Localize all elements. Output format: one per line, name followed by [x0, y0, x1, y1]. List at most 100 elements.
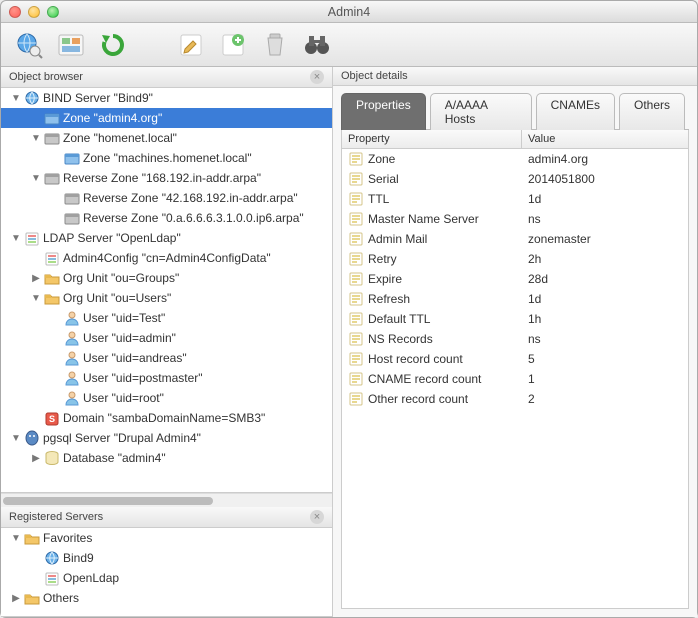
property-row[interactable]: Admin Mailzonemaster: [342, 229, 688, 249]
disclosure-right-icon[interactable]: ▶: [11, 593, 21, 604]
trash-button[interactable]: [257, 29, 293, 61]
tree-item-label: Zone "homenet.local": [63, 131, 177, 145]
property-icon: [348, 371, 364, 387]
tree-ldap-server[interactable]: ▼LDAP Server "OpenLdap": [1, 228, 332, 248]
object-details-header: Object details: [333, 67, 697, 86]
toolbar: [1, 23, 697, 67]
property-row[interactable]: Master Name Serverns: [342, 209, 688, 229]
tree-revzone-ip6[interactable]: Reverse Zone "0.a.6.6.6.3.1.0.0.ip6.arpa…: [1, 208, 332, 228]
tree-ou-users[interactable]: ▼ Org Unit "ou=Users": [1, 288, 332, 308]
tree-item-label: BIND Server "Bind9": [43, 91, 153, 105]
property-icon: [348, 151, 364, 167]
zonegrey-icon: [44, 170, 60, 186]
col-value[interactable]: Value: [522, 130, 688, 148]
add-button[interactable]: [215, 29, 251, 61]
disclosure-right-icon[interactable]: ▶: [31, 453, 41, 464]
property-icon: [348, 251, 364, 267]
reg-others[interactable]: ▶Others: [1, 588, 332, 608]
property-icon: [348, 351, 364, 367]
tree-admin4config[interactable]: Admin4Config "cn=Admin4ConfigData": [1, 248, 332, 268]
tree-zone-admin4[interactable]: Zone "admin4.org": [1, 108, 332, 128]
property-icon: [348, 191, 364, 207]
tree-item-label: User "uid=admin": [83, 331, 176, 345]
disclosure-down-icon[interactable]: ▼: [11, 233, 21, 244]
horizontal-scrollbar[interactable]: [1, 493, 332, 507]
property-row[interactable]: Default TTL1h: [342, 309, 688, 329]
disclosure-down-icon[interactable]: ▼: [11, 533, 21, 544]
close-panel-icon[interactable]: ×: [310, 510, 324, 524]
registered-servers-tree[interactable]: ▼FavoritesBind9OpenLdap▶Others: [1, 528, 332, 617]
user-icon: [64, 310, 80, 326]
reg-favorites[interactable]: ▼Favorites: [1, 528, 332, 548]
reg-openldap[interactable]: OpenLdap: [1, 568, 332, 588]
tree-ou-groups[interactable]: ▶Org Unit "ou=Groups": [1, 268, 332, 288]
folder-icon: [44, 290, 60, 306]
property-row[interactable]: Refresh1d: [342, 289, 688, 309]
col-property[interactable]: Property: [342, 130, 522, 148]
property-row[interactable]: Expire28d: [342, 269, 688, 289]
property-row[interactable]: NS Records ns: [342, 329, 688, 349]
edit-button[interactable]: [173, 29, 209, 61]
globe-search-button[interactable]: [11, 29, 47, 61]
tree-item-label: Org Unit "ou=Users": [63, 291, 171, 305]
property-name: Default TTL: [368, 312, 430, 326]
tree-pgsql-server[interactable]: ▼pgsql Server "Drupal Admin4": [1, 428, 332, 448]
property-value: 2014051800: [522, 172, 688, 186]
property-name: Expire: [368, 272, 402, 286]
tree-samba-domain[interactable]: SDomain "sambaDomainName=SMB3": [1, 408, 332, 428]
tree-user-root[interactable]: User "uid=root": [1, 388, 332, 408]
properties-table-header: Property Value: [342, 130, 688, 149]
disclosure-down-icon[interactable]: ▼: [31, 293, 41, 304]
tab-others[interactable]: Others: [619, 93, 685, 130]
tree-database-admin4[interactable]: ▶ Database "admin4": [1, 448, 332, 468]
tree-item-label: Admin4Config "cn=Admin4ConfigData": [63, 251, 271, 265]
property-value: ns: [522, 212, 688, 226]
disclosure-down-icon[interactable]: ▼: [11, 433, 21, 444]
close-panel-icon[interactable]: ×: [310, 70, 324, 84]
property-row[interactable]: TTL 1d: [342, 189, 688, 209]
tree-zone-machines[interactable]: Zone "machines.homenet.local": [1, 148, 332, 168]
tree-user-test[interactable]: User "uid=Test": [1, 308, 332, 328]
property-row[interactable]: Other record count2: [342, 389, 688, 409]
tree-user-admin[interactable]: User "uid=admin": [1, 328, 332, 348]
property-value: 1d: [522, 192, 688, 206]
property-name: NS Records: [368, 332, 433, 346]
tree-item-label: Database "admin4": [63, 451, 166, 465]
property-name: TTL: [368, 192, 389, 206]
scrollbar-thumb[interactable]: [3, 497, 213, 505]
property-row[interactable]: Serial2014051800: [342, 169, 688, 189]
tree-item-label: Zone "admin4.org": [63, 111, 162, 125]
tree-bind-server[interactable]: ▼ BIND Server "Bind9": [1, 88, 332, 108]
binoculars-button[interactable]: [299, 29, 335, 61]
tab-cnames[interactable]: CNAMEs: [536, 93, 615, 130]
user-icon: [64, 330, 80, 346]
tree-item-label: Zone "machines.homenet.local": [83, 151, 252, 165]
tree-zone-homenet[interactable]: ▼ Zone "homenet.local": [1, 128, 332, 148]
refresh-button[interactable]: [95, 29, 131, 61]
tree-user-andreas[interactable]: User "uid=andreas": [1, 348, 332, 368]
property-row[interactable]: Retry2h: [342, 249, 688, 269]
property-name: CNAME record count: [368, 372, 481, 386]
property-icon: [348, 291, 364, 307]
tab-a-aaaa-hosts[interactable]: A/AAAA Hosts: [430, 93, 532, 130]
tree-item-label: Reverse Zone "0.a.6.6.6.3.1.0.0.ip6.arpa…: [83, 211, 304, 225]
dashboard-button[interactable]: [53, 29, 89, 61]
tree-user-postmaster[interactable]: User "uid=postmaster": [1, 368, 332, 388]
property-row[interactable]: Zoneadmin4.org: [342, 149, 688, 169]
disclosure-right-icon[interactable]: ▶: [31, 273, 41, 284]
disclosure-down-icon[interactable]: ▼: [31, 133, 41, 144]
property-row[interactable]: CNAME record count1: [342, 369, 688, 389]
disclosure-down-icon[interactable]: ▼: [31, 173, 41, 184]
object-browser-tree[interactable]: ▼ BIND Server "Bind9" Zone "admin4.org" ▼ Zo…: [1, 88, 332, 493]
property-row[interactable]: Host record count5: [342, 349, 688, 369]
tree-revzone-168[interactable]: ▼Reverse Zone "168.192.in-addr.arpa": [1, 168, 332, 188]
disclosure-down-icon[interactable]: ▼: [11, 93, 21, 104]
user-icon: [64, 350, 80, 366]
tree-revzone-42[interactable]: Reverse Zone "42.168.192.in-addr.arpa": [1, 188, 332, 208]
property-value: ns: [522, 332, 688, 346]
property-icon: [348, 211, 364, 227]
details-tabs: Properties A/AAAA Hosts CNAMEs Others: [341, 92, 689, 130]
registered-servers-title: Registered Servers: [9, 511, 103, 523]
tab-properties[interactable]: Properties: [341, 93, 426, 130]
reg-bind9[interactable]: Bind9: [1, 548, 332, 568]
